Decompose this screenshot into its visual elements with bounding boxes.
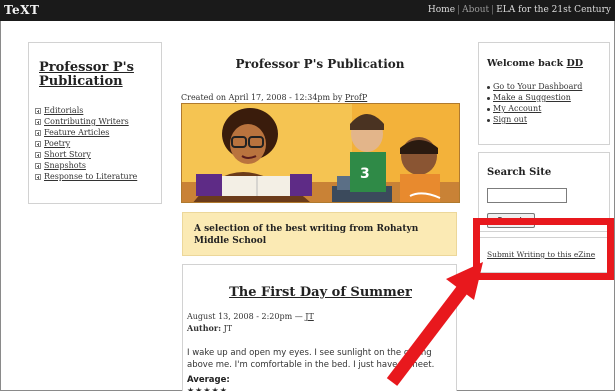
highlight-arrow-icon — [386, 262, 483, 386]
